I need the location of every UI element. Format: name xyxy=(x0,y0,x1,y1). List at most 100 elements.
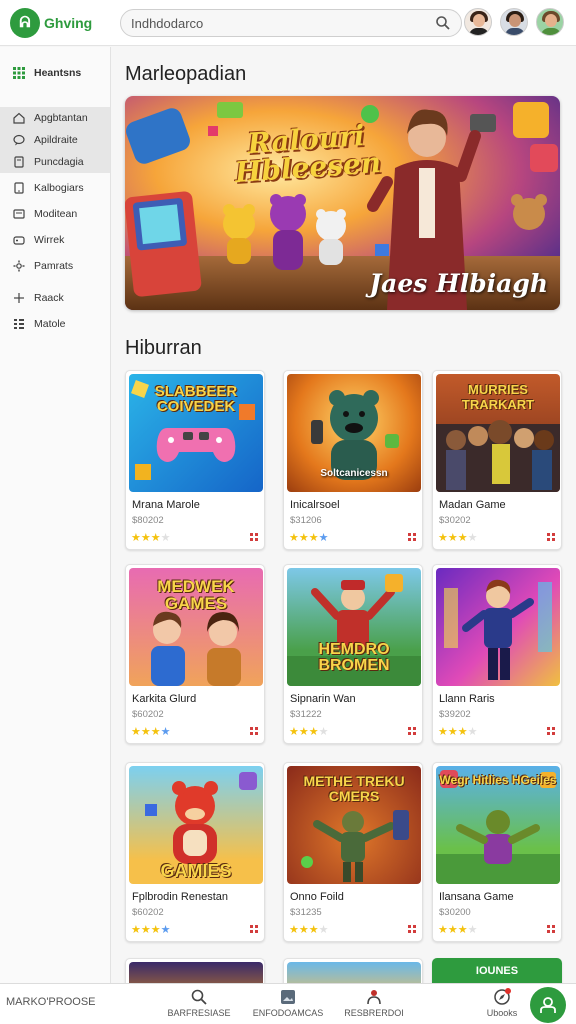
game-thumbnail-title: GAMIES xyxy=(160,861,232,881)
nav-tab-label: RESBRERDOI xyxy=(344,1008,404,1018)
game-thumbnail: METHE TREKU CMERS xyxy=(287,766,421,884)
game-name: Ilansana Game xyxy=(439,891,514,903)
featured-banner[interactable]: Ralouri Hbleesen Jaes Hlbiagh xyxy=(125,96,560,310)
sidebar-item-label: Raack xyxy=(34,292,64,304)
game-thumbnail-title: HEMDRO BROMEN xyxy=(318,641,390,674)
game-price: $31235 xyxy=(290,907,322,918)
sidebar-header-label: Heantsns xyxy=(34,67,82,79)
game-thumbnail: GAMIES xyxy=(129,766,263,884)
list-icon xyxy=(12,317,26,331)
game-thumbnail-title: SLABBEER COIVEDEK xyxy=(154,383,238,415)
sidebar-item-chat[interactable]: Apildraite xyxy=(0,129,110,151)
game-name: Llann Raris xyxy=(439,693,495,705)
sidebar-header[interactable]: Heantsns xyxy=(0,59,110,87)
sidebar-item-games[interactable]: Wirrek xyxy=(0,229,110,251)
game-card[interactable]: HEMDRO BROMEN Sipnarin Wan $31222 ★★★★ xyxy=(283,564,423,744)
sidebar-item-label: Apgbtantan xyxy=(34,112,88,124)
account-fab-button[interactable] xyxy=(530,987,566,1023)
game-card[interactable]: Soltcanicessn Inicalrsoel $31206 ★★★★ xyxy=(283,370,423,550)
sidebar-item-settings[interactable]: Pamrats xyxy=(0,255,110,277)
app-logo[interactable]: ᕱ Ghving xyxy=(10,7,110,38)
game-thumbnail: Wegr Hitlies HGeiles xyxy=(436,766,560,884)
game-card[interactable] xyxy=(125,958,265,983)
sidebar-item-rack[interactable]: Raack xyxy=(0,287,110,309)
featured-banner-caption: Jaes Hlbiagh xyxy=(369,269,548,298)
sidebar-item-docs[interactable]: Puncdagia xyxy=(0,151,110,173)
more-options-icon[interactable] xyxy=(408,533,416,541)
gamepad-icon xyxy=(12,233,26,247)
game-name: Mrana Marole xyxy=(132,499,200,511)
chat-icon xyxy=(12,133,26,147)
game-thumbnail: MURRIES TRARKART xyxy=(436,374,560,492)
sidebar-item-label: Pamrats xyxy=(34,260,74,272)
game-card[interactable]: Wegr Hitlies HGeiles Ilansana Game $3020… xyxy=(432,762,562,942)
featured-banner-title: Ralouri Hbleesen xyxy=(233,118,383,190)
game-thumbnail-title: Soltcanicessn xyxy=(320,468,388,479)
rating-stars: ★★★★ xyxy=(438,924,478,936)
avatar[interactable] xyxy=(536,8,564,36)
sidebar-item-home[interactable]: Apgbtantan xyxy=(0,107,110,129)
game-price: $31222 xyxy=(290,709,322,720)
nav-tab-browse[interactable]: BARFRESIASE xyxy=(154,988,244,1018)
more-options-icon[interactable] xyxy=(250,925,258,933)
rating-stars: ★★★★ xyxy=(131,924,171,936)
more-options-icon[interactable] xyxy=(547,925,555,933)
nav-tab-label: ENFODOAMCAS xyxy=(252,1008,324,1018)
grid-icon xyxy=(12,66,26,80)
game-name: Madan Game xyxy=(439,499,506,511)
game-card[interactable]: SLABBEER COIVEDEK Mrana Marole $80202 ★★… xyxy=(125,370,265,550)
game-thumbnail: Soltcanicessn xyxy=(287,374,421,492)
game-card[interactable]: METHE TREKU CMERS Onno Foild $31235 ★★★★ xyxy=(283,762,423,942)
compass-icon xyxy=(494,988,511,1005)
rating-stars: ★★★★ xyxy=(438,726,478,738)
game-name: Onno Foild xyxy=(290,891,344,903)
game-price: $30202 xyxy=(439,515,471,526)
sidebar-item-label: Kalbogiars xyxy=(34,182,84,194)
game-price: $80202 xyxy=(132,515,164,526)
game-thumbnail: MEDWEK GAMES xyxy=(129,568,263,686)
more-options-icon[interactable] xyxy=(547,533,555,541)
game-card[interactable]: Llann Raris $39202 ★★★★ xyxy=(432,564,562,744)
more-options-icon[interactable] xyxy=(408,727,416,735)
promo-card[interactable]: IOUNES xyxy=(432,958,562,983)
game-card[interactable] xyxy=(283,958,423,983)
more-options-icon[interactable] xyxy=(250,533,258,541)
search-input[interactable] xyxy=(131,15,431,31)
bottom-nav: MARKO'PROOSE BARFRESIASE ENFODOAMCAS RES… xyxy=(0,983,576,1024)
avatar[interactable] xyxy=(500,8,528,36)
main-content: Marleopadian Ralouri Hbleesen Jaes Hlbia… xyxy=(112,47,576,983)
sidebar-item-card[interactable]: Moditean xyxy=(0,203,110,225)
more-options-icon[interactable] xyxy=(408,925,416,933)
nav-tab-label: BARFRESIASE xyxy=(167,1008,231,1018)
user-icon xyxy=(540,997,556,1013)
game-card[interactable]: GAMIES Fplbrodin Renestan $60202 ★★★★ xyxy=(125,762,265,942)
sidebar-item-list[interactable]: Matole xyxy=(0,313,110,335)
game-thumbnail xyxy=(129,962,263,983)
game-card[interactable]: MEDWEK GAMES Karkita Glurd $60202 ★★★★ xyxy=(125,564,265,744)
game-name: Sipnarin Wan xyxy=(290,693,356,705)
game-thumbnail-title: MURRIES TRARKART xyxy=(461,382,535,412)
search-bar[interactable] xyxy=(120,9,462,37)
bottom-nav-left-label[interactable]: MARKO'PROOSE xyxy=(6,996,96,1008)
game-thumbnail xyxy=(287,962,421,983)
nav-tab-profile[interactable]: RESBRERDOI xyxy=(329,988,419,1018)
nav-tab-label: Ubooks xyxy=(486,1008,518,1018)
game-price: $31206 xyxy=(290,515,322,526)
avatar[interactable] xyxy=(464,8,492,36)
sidebar-item-tablet[interactable]: Kalbogiars xyxy=(0,177,110,199)
rating-stars: ★★★★ xyxy=(438,532,478,544)
nav-tab-media[interactable]: ENFODOAMCAS xyxy=(243,988,333,1018)
rating-stars: ★★★★ xyxy=(289,726,329,738)
game-thumbnail: SLABBEER COIVEDEK xyxy=(129,374,263,492)
arrows-icon xyxy=(12,291,26,305)
rating-stars: ★★★★ xyxy=(289,532,329,544)
game-price: $39202 xyxy=(439,709,471,720)
top-bar: ᕱ Ghving xyxy=(0,0,576,46)
search-icon[interactable] xyxy=(435,15,451,31)
more-options-icon[interactable] xyxy=(250,727,258,735)
game-card[interactable]: MURRIES TRARKART Madan Game $30202 ★★★★ xyxy=(432,370,562,550)
doc-icon xyxy=(12,155,26,169)
more-options-icon[interactable] xyxy=(547,727,555,735)
game-name: Fplbrodin Renestan xyxy=(132,891,229,903)
game-name: Karkita Glurd xyxy=(132,693,197,705)
